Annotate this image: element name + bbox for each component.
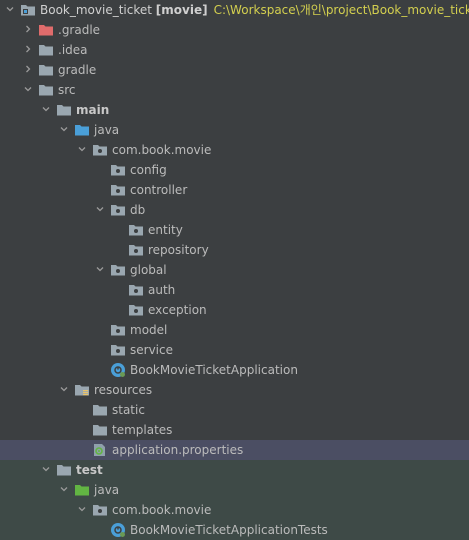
module-tag: [movie]	[155, 3, 208, 17]
chevron-right-icon[interactable]	[24, 45, 32, 53]
tree-item-bookmovieticketapplicationtests[interactable]: BookMovieTicketApplicationTests	[0, 520, 469, 540]
chevron-right-icon[interactable]	[24, 25, 32, 33]
root-label: Book_movie_ticket [movie] C:\Workspace\개인…	[40, 2, 469, 18]
project-name: Book_movie_ticket	[40, 3, 152, 17]
tree-item-db[interactable]: db	[0, 200, 469, 220]
tree-item-java[interactable]: java	[0, 480, 469, 500]
tree-item-java[interactable]: java	[0, 120, 469, 140]
folder-icon	[56, 102, 72, 118]
tree-item-label: com.book.movie	[112, 503, 212, 517]
folder-icon	[92, 402, 108, 418]
tree-item-label: entity	[148, 223, 183, 237]
tree-item-label: .gradle	[58, 23, 101, 37]
tree-item-resources[interactable]: resources	[0, 380, 469, 400]
project-tree: Book_movie_ticket [movie] C:\Workspace\개인…	[0, 0, 469, 540]
tree-item-label: com.book.movie	[112, 143, 212, 157]
tree-item-global[interactable]: global	[0, 260, 469, 280]
tree-item-label: .idea	[58, 43, 88, 57]
tree-item-label: model	[130, 323, 168, 337]
tree-item-exception[interactable]: exception	[0, 300, 469, 320]
resources-folder-icon	[74, 382, 90, 398]
folder-red-icon	[38, 22, 54, 38]
chevron-down-icon[interactable]	[60, 385, 68, 393]
tree-item-label: auth	[148, 283, 176, 297]
tree-item-label: resources	[94, 383, 153, 397]
module-folder-icon	[20, 2, 36, 18]
tree-item-label: static	[112, 403, 145, 417]
tree-item--idea[interactable]: .idea	[0, 40, 469, 60]
tree-item-com-book-movie[interactable]: com.book.movie	[0, 500, 469, 520]
tree-item-com-book-movie[interactable]: com.book.movie	[0, 140, 469, 160]
folder-icon	[38, 62, 54, 78]
package-icon	[92, 502, 108, 518]
tree-item-label: config	[130, 163, 167, 177]
package-icon	[128, 282, 144, 298]
package-icon	[128, 242, 144, 258]
tree-item-auth[interactable]: auth	[0, 280, 469, 300]
tree-item-config[interactable]: config	[0, 160, 469, 180]
tree-item-test[interactable]: test	[0, 460, 469, 480]
tree-item--gradle[interactable]: .gradle	[0, 20, 469, 40]
chevron-down-icon[interactable]	[60, 125, 68, 133]
tree-item-label: test	[76, 463, 103, 477]
properties-icon	[92, 442, 108, 458]
tree-item-bookmovieticketapplication[interactable]: BookMovieTicketApplication	[0, 360, 469, 380]
tree-item-controller[interactable]: controller	[0, 180, 469, 200]
package-icon	[128, 222, 144, 238]
tree-item-service[interactable]: service	[0, 340, 469, 360]
source-folder-icon	[74, 122, 90, 138]
chevron-down-icon[interactable]	[24, 85, 32, 93]
tree-item-templates[interactable]: templates	[0, 420, 469, 440]
folder-icon	[38, 82, 54, 98]
package-icon	[110, 262, 126, 278]
tree-item-application-properties[interactable]: application.properties	[0, 440, 469, 460]
tree-item-label: global	[130, 263, 167, 277]
tree-item-label: application.properties	[112, 443, 244, 457]
chevron-down-icon[interactable]	[42, 105, 50, 113]
chevron-down-icon[interactable]	[78, 145, 86, 153]
chevron-down-icon[interactable]	[96, 265, 104, 273]
tree-item-static[interactable]: static	[0, 400, 469, 420]
package-icon	[110, 182, 126, 198]
tree-item-label: repository	[148, 243, 209, 257]
folder-icon	[56, 462, 72, 478]
tree-item-label: controller	[130, 183, 188, 197]
tree-item-label: gradle	[58, 63, 97, 77]
tree-item-label: service	[130, 343, 173, 357]
project-path: C:\Workspace\개인\project\Book_movie_ticke…	[213, 3, 469, 17]
tree-item-main[interactable]: main	[0, 100, 469, 120]
spring-class-icon	[110, 522, 126, 538]
chevron-down-icon[interactable]	[42, 465, 50, 473]
tree-item-repository[interactable]: repository	[0, 240, 469, 260]
tree-item-label: java	[94, 123, 120, 137]
tree-item-label: BookMovieTicketApplication	[130, 363, 298, 377]
folder-icon	[92, 422, 108, 438]
tree-item-src[interactable]: src	[0, 80, 469, 100]
tree-item-model[interactable]: model	[0, 320, 469, 340]
chevron-down-icon[interactable]	[6, 5, 14, 13]
chevron-right-icon[interactable]	[24, 65, 32, 73]
tree-item-label: java	[94, 483, 120, 497]
tree-item-label: src	[58, 83, 76, 97]
tree-item-label: db	[130, 203, 146, 217]
package-icon	[110, 342, 126, 358]
tree-item-gradle[interactable]: gradle	[0, 60, 469, 80]
spring-class-icon	[110, 362, 126, 378]
chevron-down-icon[interactable]	[60, 485, 68, 493]
package-icon	[92, 142, 108, 158]
tree-root-row[interactable]: Book_movie_ticket [movie] C:\Workspace\개인…	[0, 0, 469, 20]
tree-item-label: main	[76, 103, 110, 117]
package-icon	[110, 162, 126, 178]
package-icon	[128, 302, 144, 318]
tree-item-entity[interactable]: entity	[0, 220, 469, 240]
folder-icon	[38, 42, 54, 58]
tree-item-label: BookMovieTicketApplicationTests	[130, 523, 328, 537]
package-icon	[110, 202, 126, 218]
package-icon	[110, 322, 126, 338]
chevron-down-icon[interactable]	[78, 505, 86, 513]
chevron-down-icon[interactable]	[96, 205, 104, 213]
tree-item-label: templates	[112, 423, 173, 437]
test-folder-icon	[74, 482, 90, 498]
tree-item-label: exception	[148, 303, 207, 317]
